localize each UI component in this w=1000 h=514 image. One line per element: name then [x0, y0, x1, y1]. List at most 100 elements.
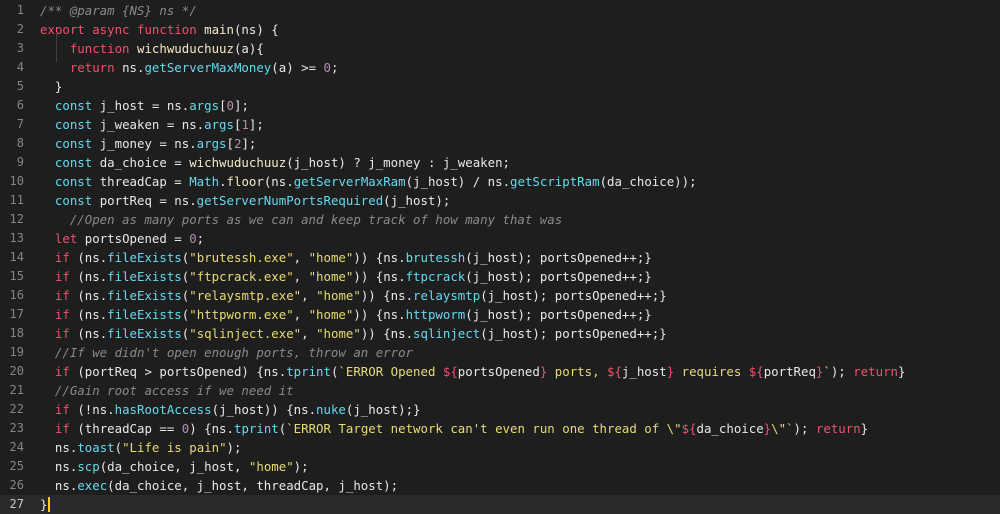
- code-token: ns.: [54, 478, 78, 493]
- code-token: if: [54, 421, 78, 436]
- code-token: httpworm: [405, 307, 466, 322]
- code-token: (portReq > portsOpened) {ns.: [77, 364, 287, 379]
- code-text[interactable]: /** @param {NS} ns */: [40, 1, 197, 20]
- code-token: "Life is pain": [122, 440, 227, 455]
- code-text[interactable]: return ns.getServerMaxMoney(a) >= 0;: [40, 58, 339, 77]
- code-text[interactable]: if (ns.fileExists("brutessh.exe", "home"…: [40, 248, 652, 267]
- code-line[interactable]: 22 if (!ns.hasRootAccess(j_host)) {ns.nu…: [0, 400, 1000, 419]
- code-line[interactable]: 10 const threadCap = Math.floor(ns.getSe…: [0, 172, 1000, 191]
- code-line[interactable]: 12 //Open as many ports as we can and ke…: [0, 210, 1000, 229]
- code-text[interactable]: const j_weaken = ns.args[1];: [40, 115, 264, 134]
- code-token: "home": [316, 326, 361, 341]
- code-line[interactable]: 23 if (threadCap == 0) {ns.tprint(`ERROR…: [0, 419, 1000, 438]
- code-token: );: [226, 440, 242, 455]
- code-line[interactable]: 1 /** @param {NS} ns */: [0, 1, 1000, 20]
- code-line[interactable]: 7 const j_weaken = ns.args[1];: [0, 115, 1000, 134]
- code-text[interactable]: }: [40, 77, 62, 96]
- code-token: return: [853, 364, 898, 379]
- code-token: getServerNumPortsRequired: [196, 193, 384, 208]
- code-token: da_choice =: [99, 155, 190, 170]
- code-token: brutessh: [405, 250, 466, 265]
- code-token: `: [823, 364, 831, 379]
- code-text[interactable]: }: [40, 495, 47, 514]
- code-line[interactable]: 3 function wichwuduchuuz(a){: [0, 39, 1000, 58]
- code-line[interactable]: 15 if (ns.fileExists("ftpcrack.exe", "ho…: [0, 267, 1000, 286]
- code-token: //If we didn't open enough ports, throw …: [54, 345, 413, 360]
- code-line[interactable]: 26 ns.exec(da_choice, j_host, threadCap,…: [0, 476, 1000, 495]
- code-line[interactable]: 4 return ns.getServerMaxMoney(a) >= 0;: [0, 58, 1000, 77]
- code-text[interactable]: //Gain root access if we need it: [40, 381, 294, 400]
- code-line[interactable]: 16 if (ns.fileExists("relaysmtp.exe", "h…: [0, 286, 1000, 305]
- code-token: getScriptRam: [510, 174, 600, 189]
- code-line[interactable]: 27}: [0, 495, 1000, 514]
- code-text[interactable]: ns.toast("Life is pain");: [40, 438, 242, 457]
- code-token: }: [763, 421, 772, 436]
- code-text[interactable]: //If we didn't open enough ports, throw …: [40, 343, 413, 362]
- code-text[interactable]: if (ns.fileExists("ftpcrack.exe", "home"…: [40, 267, 652, 286]
- code-text[interactable]: ns.scp(da_choice, j_host, "home");: [40, 457, 309, 476]
- code-text[interactable]: export async function main(ns) {: [40, 20, 279, 39]
- code-token: /** @param {NS} ns */: [40, 3, 197, 18]
- code-token: "relaysmtp.exe": [189, 288, 302, 303]
- code-text[interactable]: function wichwuduchuuz(a){: [40, 39, 264, 58]
- code-line[interactable]: 18 if (ns.fileExists("sqlinject.exe", "h…: [0, 324, 1000, 343]
- line-number: 9: [16, 155, 24, 169]
- code-text[interactable]: if (ns.fileExists("relaysmtp.exe", "home…: [40, 286, 667, 305]
- code-line[interactable]: 25 ns.scp(da_choice, j_host, "home");: [0, 457, 1000, 476]
- code-text[interactable]: if (ns.fileExists("httpworm.exe", "home"…: [40, 305, 652, 324]
- code-token: wichwuduchuuz: [189, 155, 287, 170]
- code-token: ];: [234, 98, 249, 113]
- code-token: ;: [330, 60, 339, 75]
- code-token: fileExists: [107, 307, 182, 322]
- code-line[interactable]: 9 const da_choice = wichwuduchuuz(j_host…: [0, 153, 1000, 172]
- code-line[interactable]: 17 if (ns.fileExists("httpworm.exe", "ho…: [0, 305, 1000, 324]
- code-token: export: [40, 22, 93, 37]
- code-line[interactable]: 20 if (portReq > portsOpened) {ns.tprint…: [0, 362, 1000, 381]
- code-token: threadCap =: [99, 174, 190, 189]
- code-line[interactable]: 5 }: [0, 77, 1000, 96]
- code-text[interactable]: //Open as many ports as we can and keep …: [40, 210, 562, 229]
- code-line[interactable]: 11 const portReq = ns.getServerNumPortsR…: [0, 191, 1000, 210]
- code-text[interactable]: let portsOpened = 0;: [40, 229, 204, 248]
- code-token: (ns.: [263, 174, 294, 189]
- code-text[interactable]: if (portReq > portsOpened) {ns.tprint(`E…: [40, 362, 906, 381]
- code-line[interactable]: 14 if (ns.fileExists("brutessh.exe", "ho…: [0, 248, 1000, 267]
- code-text[interactable]: if (threadCap == 0) {ns.tprint(`ERROR Ta…: [40, 419, 868, 438]
- line-number: 13: [9, 231, 24, 245]
- code-text[interactable]: const portReq = ns.getServerNumPortsRequ…: [40, 191, 450, 210]
- code-text[interactable]: const threadCap = Math.floor(ns.getServe…: [40, 172, 697, 191]
- line-number: 11: [9, 193, 24, 207]
- code-line[interactable]: 2 export async function main(ns) {: [0, 20, 1000, 39]
- code-token: "home": [316, 288, 361, 303]
- code-line[interactable]: 8 const j_money = ns.args[2];: [0, 134, 1000, 153]
- code-token: "home": [308, 250, 354, 265]
- code-token: fileExists: [107, 288, 182, 303]
- code-editor[interactable]: 1 /** @param {NS} ns */ 2 export async func…: [0, 0, 1000, 514]
- line-number: 23: [9, 421, 24, 435]
- code-line[interactable]: 19 //If we didn't open enough ports, thr…: [0, 343, 1000, 362]
- code-text[interactable]: const j_money = ns.args[2];: [40, 134, 256, 153]
- code-line[interactable]: 21 //Gain root access if we need it: [0, 381, 1000, 400]
- code-token: da_choice: [696, 421, 764, 436]
- code-token: portsOpened =: [84, 231, 190, 246]
- code-text[interactable]: if (ns.fileExists("sqlinject.exe", "home…: [40, 324, 667, 343]
- code-token: (j_host); portsOpened++;}: [480, 326, 667, 341]
- line-number: 21: [9, 383, 24, 397]
- code-token: )) {ns.: [360, 288, 414, 303]
- code-text[interactable]: const j_host = ns.args[0];: [40, 96, 249, 115]
- code-text[interactable]: ns.exec(da_choice, j_host, threadCap, j_…: [40, 476, 398, 495]
- code-token: j_money = ns.: [99, 136, 197, 151]
- code-line[interactable]: 6 const j_host = ns.args[0];: [0, 96, 1000, 115]
- code-token: hasRootAccess: [114, 402, 212, 417]
- code-token: ns.: [122, 60, 145, 75]
- code-token: (j_host); portsOpened++;}: [465, 250, 652, 265]
- code-token: ,: [301, 326, 317, 341]
- code-token: ,: [293, 269, 309, 284]
- code-token: ${: [748, 364, 764, 379]
- code-token: ${: [442, 364, 458, 379]
- code-line[interactable]: 24 ns.toast("Life is pain");: [0, 438, 1000, 457]
- code-text[interactable]: const da_choice = wichwuduchuuz(j_host) …: [40, 153, 510, 172]
- code-line[interactable]: 13 let portsOpened = 0;: [0, 229, 1000, 248]
- code-text[interactable]: if (!ns.hasRootAccess(j_host)) {ns.nuke(…: [40, 400, 421, 419]
